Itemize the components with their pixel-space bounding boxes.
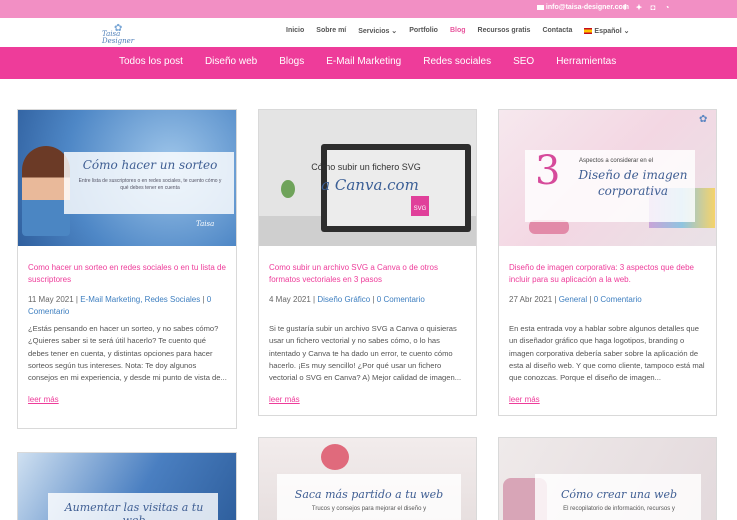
woman-photo <box>22 146 70 236</box>
nav-item-language[interactable]: Español ⌄ <box>584 27 629 35</box>
thumb-number: 3 <box>535 148 561 194</box>
post-card: 3 Aspectos a considerar en el Diseño de … <box>498 109 717 416</box>
post-thumbnail[interactable]: Cómo subir un fichero SVG a Canva.com SV… <box>259 110 476 246</box>
category-diseno-web[interactable]: Diseño web <box>205 56 257 67</box>
leaf-logo-icon: ✿ <box>699 114 708 125</box>
twitter-icon[interactable]: ✦ <box>635 3 643 12</box>
post-title[interactable]: Como subir un archivo SVG a Canva o de o… <box>269 262 467 286</box>
logo-text: Taisa Designer <box>102 30 135 45</box>
instagram-icon[interactable]: ◘ <box>649 3 657 12</box>
post-thumbnail[interactable]: Saca más partido a tu web Trucos y conse… <box>259 438 476 520</box>
envelope-icon <box>536 4 544 10</box>
post-excerpt: ¿Estás pensando en hacer un sorteo, y no… <box>28 324 227 383</box>
svg-file-icon: SVG <box>411 196 429 216</box>
post-title[interactable]: Diseño de imagen corporativa: 3 aspectos… <box>509 262 707 286</box>
post-thumbnail[interactable]: Cómo hacer un sorteo Entre lista de susc… <box>18 110 236 246</box>
thumb-logo: Taisa <box>196 220 215 228</box>
nav-item-servicios[interactable]: Servicios ⌄ <box>358 27 397 35</box>
post-excerpt: En esta entrada voy a hablar sobre algun… <box>509 324 705 383</box>
nav-item-sobre-mi[interactable]: Sobre mí <box>316 27 346 35</box>
nav-item-contacta[interactable]: Contacta <box>542 27 572 35</box>
post-thumbnail[interactable]: Aumentar las visitas a tu web <box>18 453 236 520</box>
facebook-icon[interactable]: f <box>621 3 629 12</box>
post-card: Saca más partido a tu web Trucos y conse… <box>258 437 477 520</box>
nav-item-blog[interactable]: Blog <box>450 27 466 35</box>
site-header: ✿ Taisa Designer Inicio Sobre mí Servicio… <box>0 18 737 47</box>
rss-icon[interactable]: ◔ <box>663 3 671 12</box>
post-card: Cómo hacer un sorteo Entre lista de susc… <box>17 109 237 429</box>
post-card: Cómo subir un fichero SVG a Canva.com SV… <box>258 109 477 416</box>
post-card: Aumentar las visitas a tu web <box>17 452 237 520</box>
category-blogs[interactable]: Blogs <box>279 56 304 67</box>
read-more-link[interactable]: leer más <box>509 395 540 404</box>
post-meta: 4 May 2021 | Diseño Gráfico | 0 Comentar… <box>269 295 425 304</box>
category-seo[interactable]: SEO <box>513 56 534 67</box>
flowers-photo <box>321 444 349 470</box>
post-meta: 27 Abr 2021 | General | 0 Comentario <box>509 295 642 304</box>
email-link[interactable]: info@taisa-designer.com <box>536 4 629 11</box>
spain-flag-icon <box>584 28 593 35</box>
post-title[interactable]: Como hacer un sorteo en redes sociales o… <box>28 262 226 286</box>
category-todos-los-post[interactable]: Todos los post <box>119 56 183 67</box>
post-card: Cómo crear una web El recopilatorio de i… <box>498 437 717 520</box>
nav-item-portfolio[interactable]: Portfolio <box>409 27 438 35</box>
post-excerpt: Si te gustaría subir un archivo SVG a Ca… <box>269 324 462 383</box>
nav-item-inicio[interactable]: Inicio <box>286 27 304 35</box>
post-thumbnail[interactable]: 3 Aspectos a considerar en el Diseño de … <box>499 110 716 246</box>
top-bar: info@taisa-designer.com f ✦ ◘ ◔ <box>0 0 737 18</box>
category-herramientas[interactable]: Herramientas <box>556 56 616 67</box>
category-bar: Todos los post Diseño web Blogs E-Mail M… <box>0 47 737 79</box>
post-meta: 11 May 2021 | E-Mail Marketing, Redes So… <box>28 295 212 316</box>
category-redes-sociales[interactable]: Redes sociales <box>423 56 491 67</box>
site-logo[interactable]: ✿ Taisa Designer <box>102 23 138 45</box>
main-nav: Inicio Sobre mí Servicios ⌄ Portfolio Bl… <box>286 27 629 35</box>
category-email-marketing[interactable]: E-Mail Marketing <box>326 56 401 67</box>
nav-item-recursos-gratis[interactable]: Recursos gratis <box>478 27 531 35</box>
read-more-link[interactable]: leer más <box>28 395 59 404</box>
social-icons: f ✦ ◘ ◔ <box>621 3 671 12</box>
post-thumbnail[interactable]: Cómo crear una web El recopilatorio de i… <box>499 438 716 520</box>
read-more-link[interactable]: leer más <box>269 395 300 404</box>
plant-photo <box>281 180 295 198</box>
